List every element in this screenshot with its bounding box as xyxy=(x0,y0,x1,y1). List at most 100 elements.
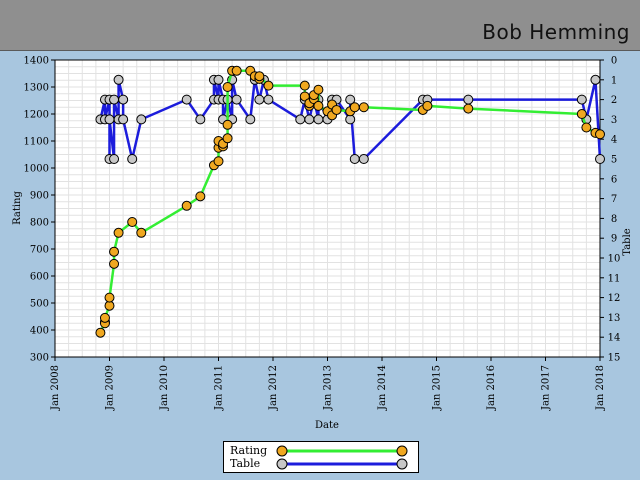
rating-point xyxy=(581,122,592,133)
y2-tick-label: 1 xyxy=(611,75,617,86)
x-tick-label: Jan 2014 xyxy=(377,365,388,411)
y2-axis-label: Table xyxy=(622,228,633,255)
y-tick-label: 400 xyxy=(30,326,49,337)
table-point xyxy=(104,114,115,125)
y-tick-label: 1100 xyxy=(24,137,49,148)
rating-point xyxy=(136,227,147,238)
y-tick-label: 1200 xyxy=(24,110,49,121)
rating-point xyxy=(358,102,369,113)
table-point xyxy=(595,154,605,164)
y2-tick-label: 7 xyxy=(611,194,617,205)
table-point xyxy=(590,74,601,85)
table-point xyxy=(313,114,324,125)
table-point xyxy=(195,114,206,125)
x-tick-label: Jan 2011 xyxy=(214,365,225,411)
table-point xyxy=(127,154,138,164)
rating-point xyxy=(313,84,324,95)
y2-tick-label: 2 xyxy=(611,95,617,106)
x-tick-label: Jan 2018 xyxy=(595,365,606,411)
x-tick-label: Jan 2017 xyxy=(541,365,552,411)
y2-axis-ticks: 0123456789101112131415 xyxy=(600,56,620,364)
table-point xyxy=(254,94,265,105)
table-point xyxy=(576,94,587,105)
rating-point xyxy=(127,217,138,227)
y2-tick-label: 0 xyxy=(611,56,617,67)
rating-point xyxy=(195,191,206,202)
table-point xyxy=(304,114,315,125)
y2-tick-label: 14 xyxy=(608,333,621,344)
table-point xyxy=(181,94,192,105)
legend-swatches xyxy=(276,445,408,470)
table-point xyxy=(295,114,306,125)
rating-point xyxy=(231,65,242,76)
y2-tick-label: 15 xyxy=(608,353,621,364)
table-point xyxy=(113,74,124,85)
rating-point xyxy=(463,103,474,114)
rating-point xyxy=(113,227,124,238)
rating-point xyxy=(576,109,587,119)
x-tick-label: Jan 2012 xyxy=(268,365,279,411)
x-tick-label: Jan 2010 xyxy=(159,365,170,411)
legend-marker-table xyxy=(276,458,288,470)
table-point xyxy=(136,114,147,125)
rating-table-chart: Jan 2008 Jan 2009 Jan 2010 Jan 2011 Jan 2012… xyxy=(12,56,633,432)
y2-tick-label: 8 xyxy=(611,214,617,225)
rating-point xyxy=(349,102,360,113)
legend-marker-rating xyxy=(276,445,288,457)
y2-tick-label: 6 xyxy=(611,174,617,185)
x-tick-label: Jan 2016 xyxy=(486,365,497,411)
y-tick-label: 800 xyxy=(30,218,49,229)
table-point xyxy=(118,94,129,105)
rating-point xyxy=(104,292,115,303)
y-tick-label: 600 xyxy=(30,272,49,283)
rating-point xyxy=(222,82,233,92)
table-point xyxy=(245,114,256,125)
y-axis-ticks: 300 400 500 600 700 800 900 1000 1100 1200 1300 140… xyxy=(24,56,55,364)
rating-point xyxy=(595,129,605,140)
table-point xyxy=(231,94,242,105)
rating-point xyxy=(422,100,433,111)
rating-point xyxy=(299,80,310,91)
table-point xyxy=(109,154,120,164)
rating-point xyxy=(263,80,274,91)
y-axis-label: Rating xyxy=(12,191,23,225)
rating-point xyxy=(181,200,192,211)
x-tick-label: Jan 2008 xyxy=(50,365,61,411)
y-tick-label: 1400 xyxy=(24,56,49,67)
rating-point xyxy=(213,156,224,167)
table-point xyxy=(463,94,474,105)
legend-marker-table xyxy=(396,458,408,470)
x-axis-label: Date xyxy=(315,420,339,431)
y2-tick-label: 11 xyxy=(608,273,621,284)
rating-point xyxy=(313,100,324,111)
rating-point xyxy=(109,258,120,269)
y-tick-label: 1000 xyxy=(24,164,49,175)
y2-tick-label: 13 xyxy=(608,313,621,324)
table-point xyxy=(118,114,129,125)
y-tick-label: 500 xyxy=(30,299,49,310)
y2-tick-label: 5 xyxy=(611,155,617,166)
x-tick-label: Jan 2015 xyxy=(432,365,443,411)
rating-point xyxy=(222,119,233,130)
y-tick-label: 300 xyxy=(30,353,49,364)
rating-point xyxy=(109,246,120,257)
x-axis-ticks: Jan 2008 Jan 2009 Jan 2010 Jan 2011 Jan 2012… xyxy=(50,357,606,411)
rating-point xyxy=(222,133,233,144)
table-point xyxy=(358,154,369,164)
table-point xyxy=(349,154,360,164)
x-tick-label: Jan 2009 xyxy=(105,365,116,411)
table-point xyxy=(213,74,224,85)
rating-point xyxy=(331,104,342,115)
y2-tick-label: 9 xyxy=(611,234,617,245)
y2-tick-label: 4 xyxy=(611,135,617,146)
rating-point xyxy=(99,312,110,323)
table-point xyxy=(263,94,274,105)
legend-marker-rating xyxy=(396,445,408,457)
rating-point xyxy=(254,71,265,82)
y2-tick-label: 10 xyxy=(608,254,621,265)
legend: Rating Table xyxy=(223,441,419,473)
y-tick-label: 900 xyxy=(30,191,49,202)
x-tick-label: Jan 2013 xyxy=(323,365,334,411)
y2-tick-label: 12 xyxy=(608,293,621,304)
rating-point xyxy=(95,327,106,338)
